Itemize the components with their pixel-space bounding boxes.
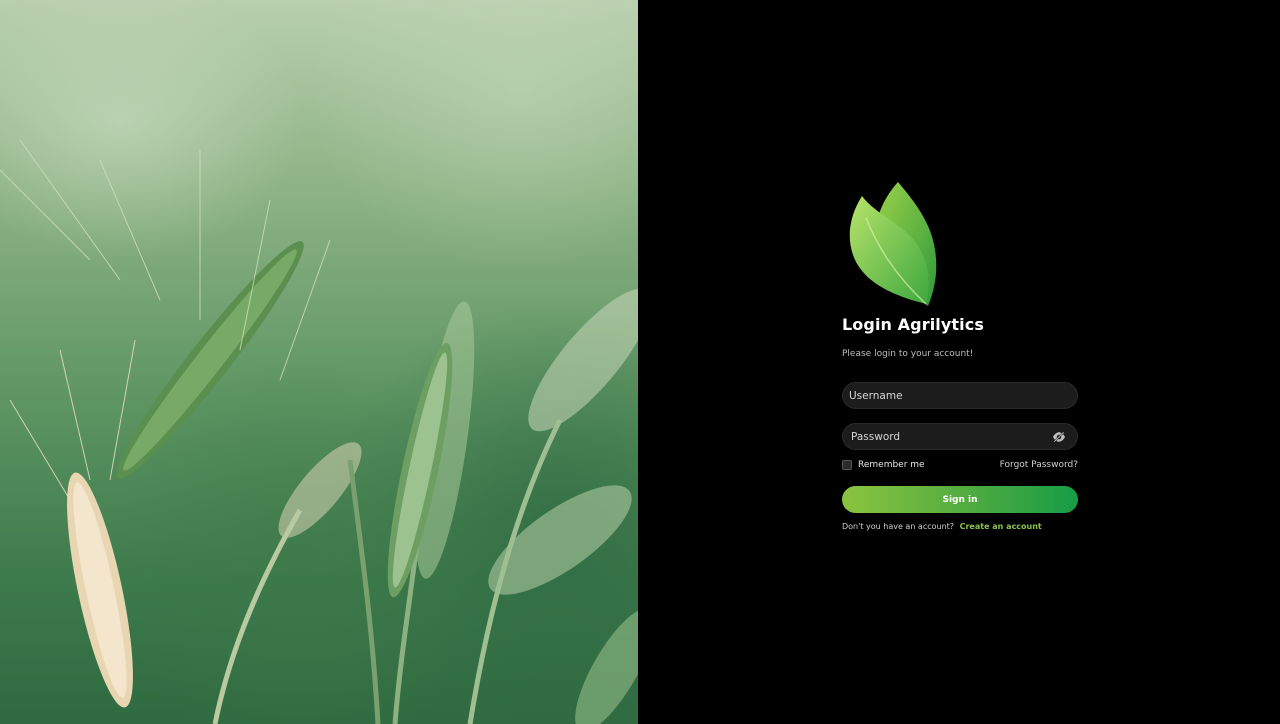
leaf-icon (849, 182, 937, 306)
remember-forgot-row: Remember me Forgot Password? (842, 459, 1078, 471)
remember-me[interactable]: Remember me (842, 460, 925, 470)
signup-row: Don't you have an account? Create an acc… (842, 522, 1078, 531)
sign-in-button[interactable]: Sign in (842, 486, 1078, 513)
login-subtitle: Please login to your account! (842, 349, 974, 359)
login-panel: Login Agrilytics Please login to your ac… (638, 0, 1280, 724)
wheat-illustration (0, 139, 638, 724)
forgot-password-link[interactable]: Forgot Password? (1000, 460, 1078, 470)
wheat-field-photo (0, 0, 638, 724)
create-account-link[interactable]: Create an account (960, 522, 1042, 531)
username-field-wrapper (842, 382, 1078, 409)
remember-label: Remember me (858, 460, 925, 470)
login-title: Login Agrilytics (842, 315, 984, 334)
eye-off-icon[interactable] (1052, 431, 1066, 443)
signup-prompt: Don't you have an account? (842, 522, 955, 531)
login-form: Login Agrilytics Please login to your ac… (842, 178, 1078, 531)
remember-checkbox[interactable] (842, 460, 852, 470)
password-input[interactable] (843, 424, 1077, 449)
password-field-wrapper (842, 423, 1078, 450)
username-input[interactable] (843, 383, 1077, 408)
